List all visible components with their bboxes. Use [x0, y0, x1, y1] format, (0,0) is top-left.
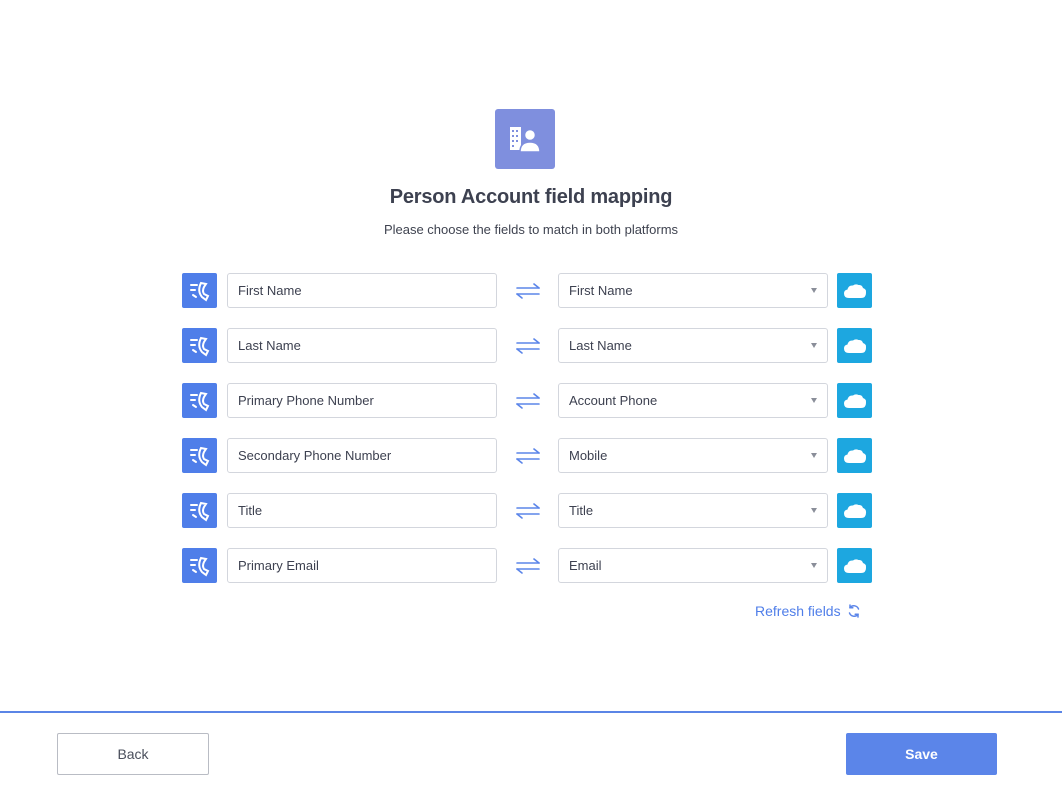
- mapping-row: Last Name Last Name: [182, 328, 872, 363]
- chevron-down-icon: [811, 508, 817, 513]
- target-field-value: Last Name: [569, 338, 632, 353]
- swap-arrows-icon: [513, 445, 543, 467]
- save-button[interactable]: Save: [846, 733, 997, 775]
- salesforce-cloud-icon: [837, 273, 872, 308]
- swap-arrows-icon: [513, 335, 543, 357]
- target-field-select[interactable]: Last Name: [558, 328, 828, 363]
- swap-arrows-icon: [513, 280, 543, 302]
- dialer-app-icon: [182, 328, 217, 363]
- target-field-select[interactable]: Mobile: [558, 438, 828, 473]
- mapping-row: Secondary Phone Number Mobile: [182, 438, 872, 473]
- target-field-select[interactable]: Email: [558, 548, 828, 583]
- back-button[interactable]: Back: [57, 733, 209, 775]
- person-account-icon: [495, 109, 555, 169]
- source-field[interactable]: Primary Phone Number: [227, 383, 497, 418]
- salesforce-cloud-icon: [837, 548, 872, 583]
- refresh-fields-link[interactable]: Refresh fields: [755, 603, 861, 619]
- page-subtitle: Please choose the fields to match in bot…: [383, 222, 679, 237]
- chevron-down-icon: [811, 453, 817, 458]
- swap-arrows-icon: [513, 390, 543, 412]
- refresh-icon: [848, 604, 859, 618]
- target-field-value: Account Phone: [569, 393, 658, 408]
- source-field[interactable]: First Name: [227, 273, 497, 308]
- chevron-down-icon: [811, 343, 817, 348]
- target-field-value: Email: [569, 558, 602, 573]
- target-field-value: Mobile: [569, 448, 608, 463]
- salesforce-cloud-icon: [837, 328, 872, 363]
- field-mapping-page: Person Account field mapping Please choo…: [0, 0, 1062, 797]
- refresh-fields-label: Refresh fields: [755, 603, 841, 619]
- mapping-row: Title Title: [182, 493, 872, 528]
- dialer-app-icon: [182, 548, 217, 583]
- chevron-down-icon: [811, 288, 817, 293]
- target-field-select[interactable]: Title: [558, 493, 828, 528]
- mapping-row: First Name First Name: [182, 273, 872, 308]
- target-field-select[interactable]: Account Phone: [558, 383, 828, 418]
- mapping-row: Primary Phone Number Account Phone: [182, 383, 872, 418]
- footer-divider: [0, 711, 1062, 713]
- chevron-down-icon: [811, 563, 817, 568]
- page-title: Person Account field mapping: [389, 186, 673, 208]
- swap-arrows-icon: [513, 500, 543, 522]
- source-field[interactable]: Secondary Phone Number: [227, 438, 497, 473]
- salesforce-cloud-icon: [837, 438, 872, 473]
- salesforce-cloud-icon: [837, 383, 872, 418]
- source-field[interactable]: Title: [227, 493, 497, 528]
- chevron-down-icon: [811, 398, 817, 403]
- dialer-app-icon: [182, 273, 217, 308]
- dialer-app-icon: [182, 493, 217, 528]
- swap-arrows-icon: [513, 555, 543, 577]
- source-field[interactable]: Primary Email: [227, 548, 497, 583]
- target-field-value: Title: [569, 503, 594, 518]
- target-field-select[interactable]: First Name: [558, 273, 828, 308]
- mapping-list: First Name First Name Last Name Last Nam…: [182, 273, 872, 603]
- target-field-value: First Name: [569, 283, 633, 298]
- dialer-app-icon: [182, 438, 217, 473]
- source-field[interactable]: Last Name: [227, 328, 497, 363]
- salesforce-cloud-icon: [837, 493, 872, 528]
- mapping-row: Primary Email Email: [182, 548, 872, 583]
- dialer-app-icon: [182, 383, 217, 418]
